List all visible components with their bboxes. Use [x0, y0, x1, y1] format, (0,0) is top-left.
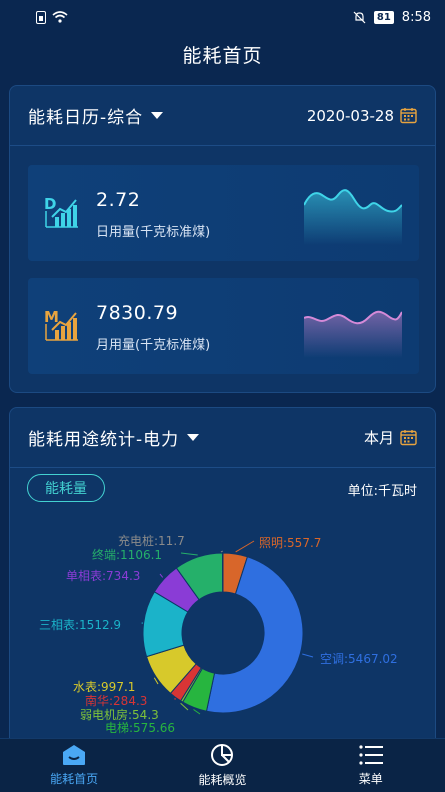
- leader-line-终端: [180, 552, 198, 556]
- nav-menu-label: 菜单: [358, 772, 383, 786]
- donut-label-三相表: 三相表:1512.9: [39, 618, 122, 632]
- leader-line-充电桩: [220, 550, 223, 553]
- donut-label-单相表: 单相表:734.3: [66, 569, 141, 583]
- leader-line-空调: [302, 653, 314, 658]
- donut-label-充电桩: 充电桩:11.7: [118, 534, 185, 548]
- nav-menu[interactable]: 菜单: [297, 744, 445, 787]
- nav-overview[interactable]: 能耗概览: [148, 743, 296, 788]
- leader-line-照明: [235, 540, 255, 553]
- nav-home-label: 能耗首页: [50, 772, 99, 786]
- home-icon: [63, 745, 86, 765]
- leader-line-单相表: [159, 573, 164, 578]
- donut-label-照明: 照明:557.7: [259, 536, 322, 550]
- menu-icon: [359, 745, 383, 765]
- donut-label-水表: 水表:997.1: [73, 680, 136, 694]
- donut-slice-充电桩[interactable]: [221, 552, 224, 593]
- nav-overview-label: 能耗概览: [198, 773, 247, 787]
- nav-home[interactable]: 能耗首页: [0, 744, 148, 787]
- bottom-nav: 能耗首页 能耗概览 菜单: [0, 738, 445, 792]
- donut-label-空调: 空调:5467.02: [320, 652, 398, 666]
- leader-line-电梯: [193, 709, 201, 715]
- pie-chart-icon: [211, 744, 234, 766]
